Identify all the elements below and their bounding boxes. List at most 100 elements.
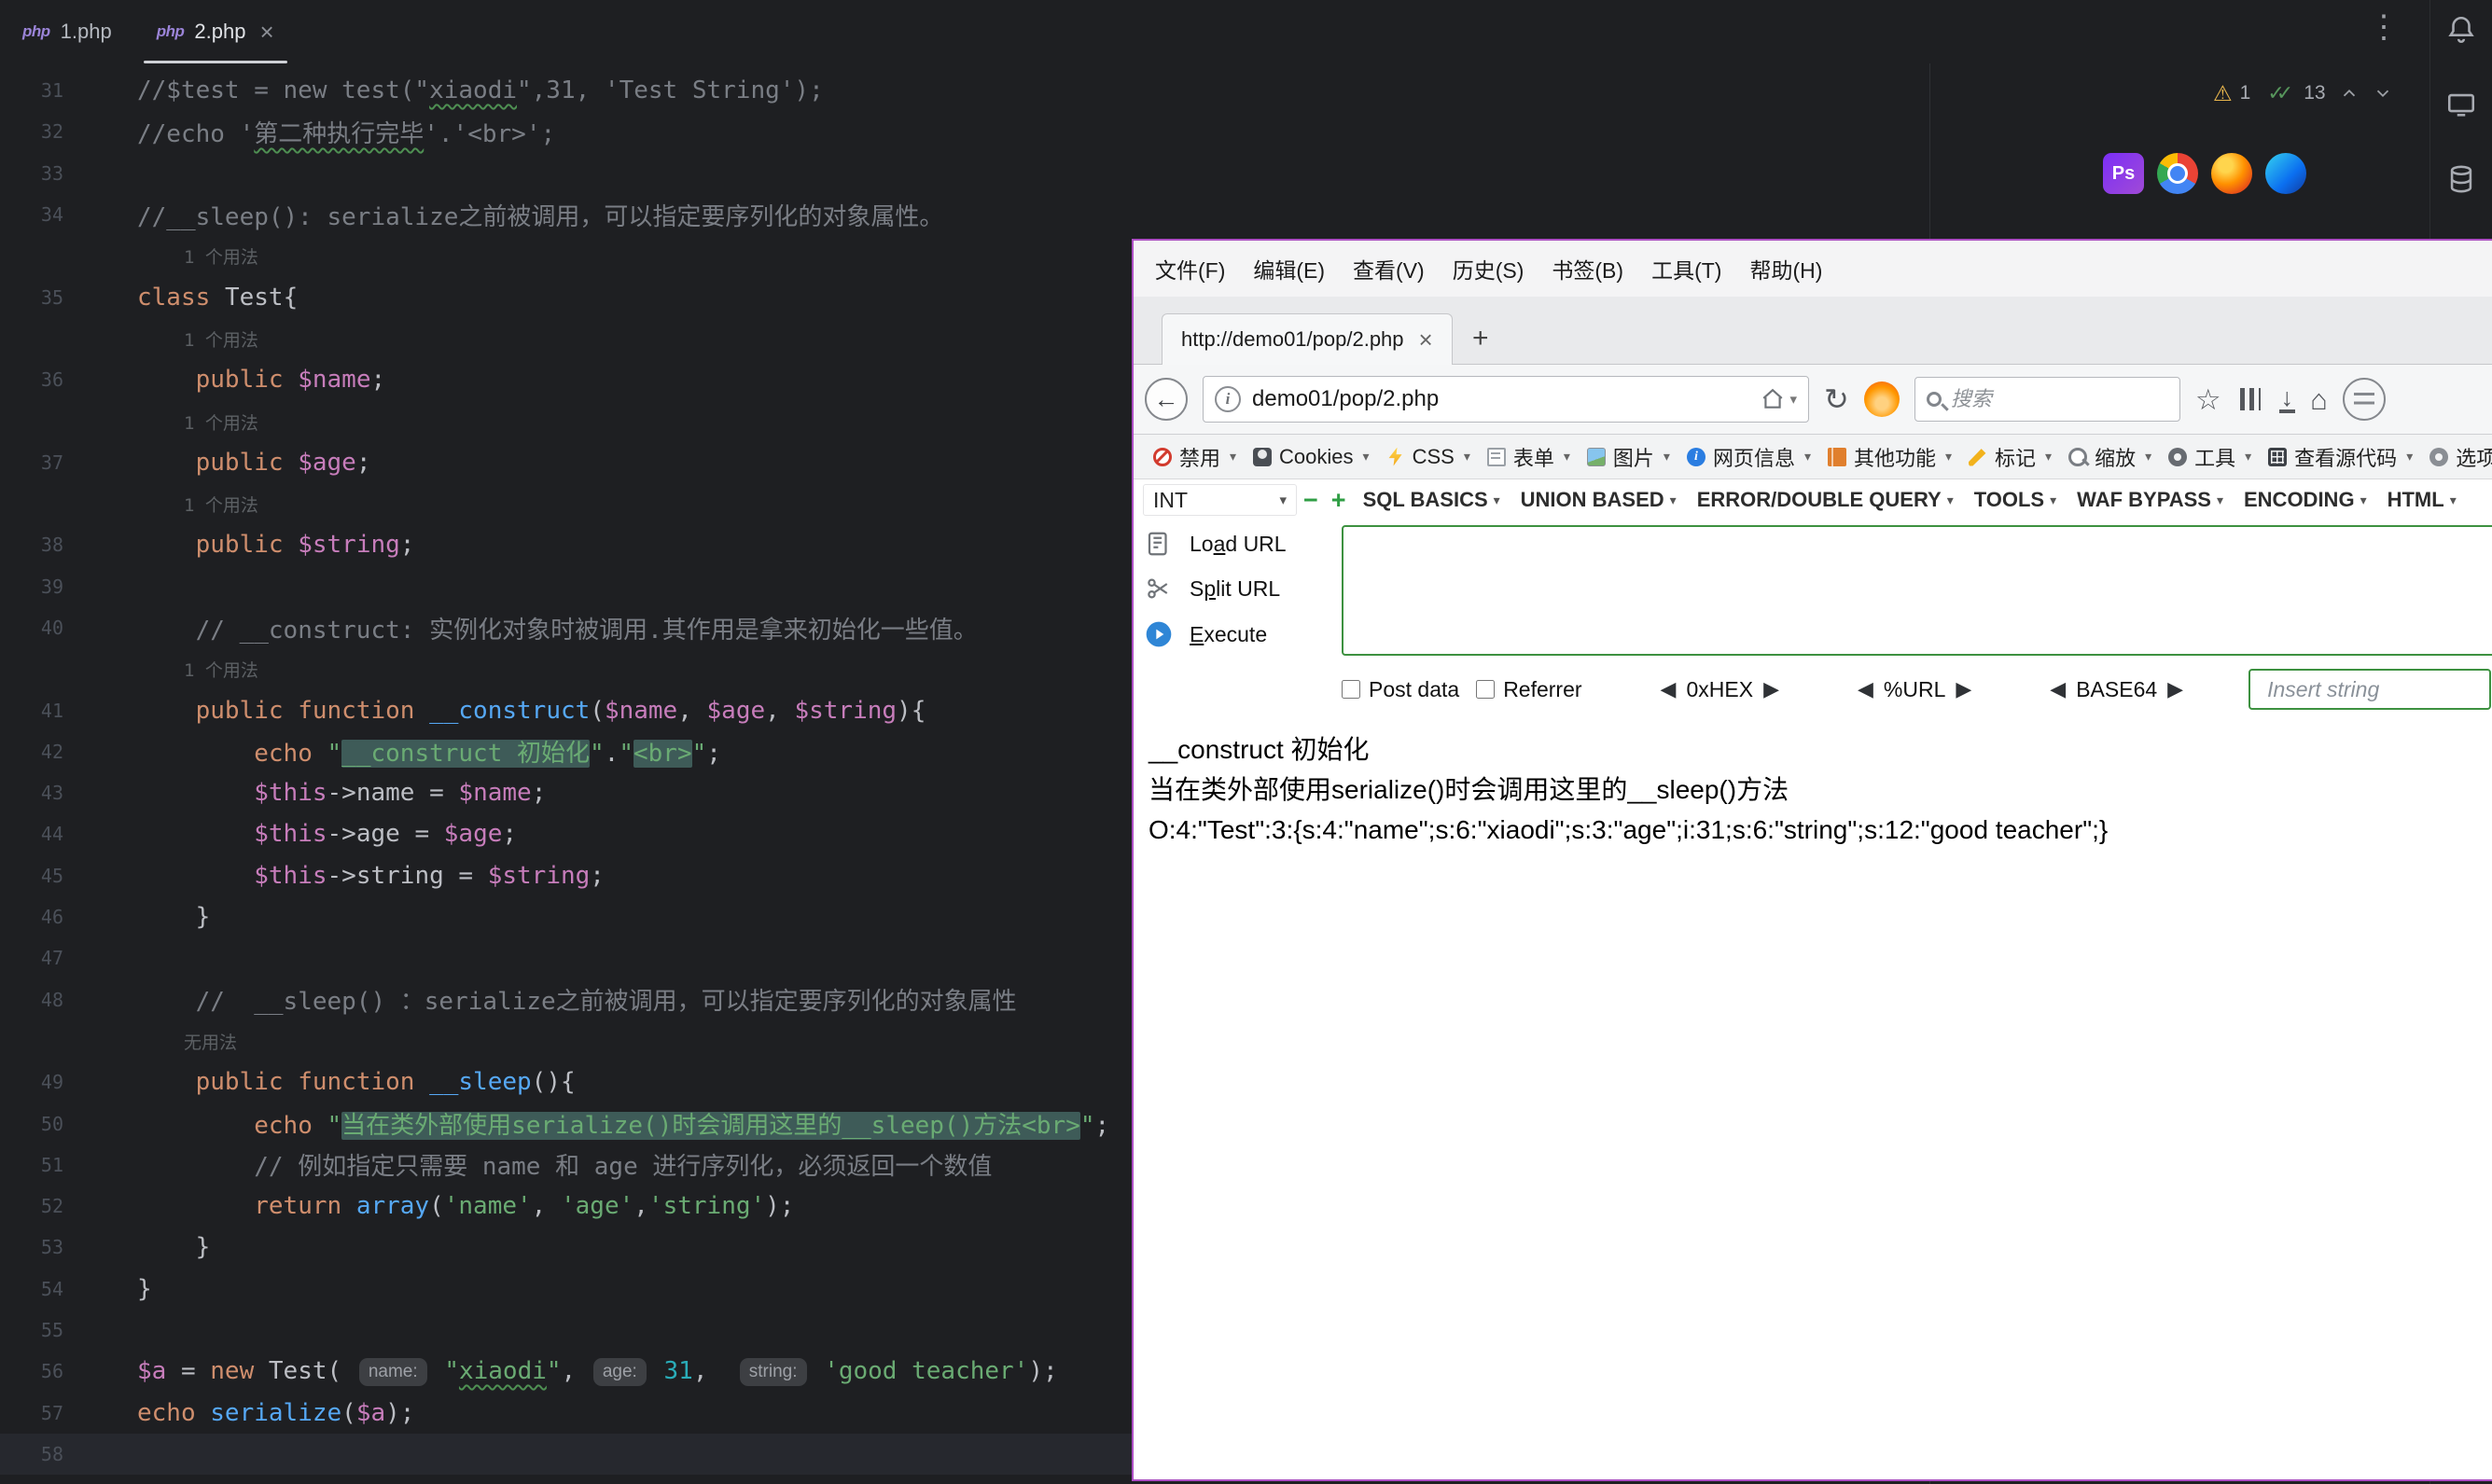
reload-icon[interactable]: ↻ [1824,384,1849,414]
hackbar-menu-item[interactable]: HTML [2377,488,2467,512]
app-menu-icon[interactable] [2342,378,2386,421]
search-bar[interactable] [1914,377,2180,422]
home-icon[interactable]: ⌂ [2310,385,2328,414]
search-input[interactable] [1950,387,2168,411]
usages-hint[interactable]: 1 个用法 [137,660,258,681]
menu-item[interactable]: 历史(S) [1439,253,1538,284]
encoder-0xhex[interactable]: ◀ 0xHEX ▶ [1661,677,1779,702]
site-info-icon[interactable] [1215,386,1241,412]
hackbar-url-textarea[interactable] [1342,525,2492,656]
hackbar-menu-item[interactable]: TOOLS [1964,488,2067,512]
decode-arrow-icon[interactable]: ◀ [1858,679,1873,700]
devtoolbar-item[interactable]: 禁用 [1145,442,1245,472]
checkbox-input[interactable] [1342,680,1360,699]
editor-tab[interactable]: php 2.php × [134,0,297,63]
menu-item[interactable]: 查看(V) [1339,253,1439,284]
usages-hint[interactable]: 无用法 [137,1033,237,1053]
hackbar-menu-item[interactable]: ENCODING [2234,488,2377,512]
browser-tab[interactable]: http://demo01/pop/2.php × [1162,313,1453,365]
phpstorm-preview-icon[interactable]: Ps [2103,153,2144,194]
next-problem-chevron-down-icon[interactable] [2373,83,2393,104]
usages-hint[interactable]: 1 个用法 [137,413,258,434]
close-tab-icon[interactable]: × [259,20,273,44]
devtoolbar-item[interactable]: 其他功能 [1819,442,1960,472]
expand-plus-icon[interactable]: + [1331,487,1346,513]
downloads-icon[interactable]: ↓ [2278,384,2296,413]
editor-tab[interactable]: php 1.php [0,0,134,63]
decode-arrow-icon[interactable]: ◀ [1661,679,1677,700]
inspections-widget[interactable]: ⚠ 1 ✓✓ 13 [2213,78,2393,108]
edge-icon[interactable] [2265,153,2306,194]
split-url-button[interactable]: Split URL [1143,571,1280,606]
checkbox-referrer[interactable]: Referrer [1476,677,1582,702]
usages-hint[interactable]: 1 个用法 [137,495,258,516]
bookmark-home-icon[interactable] [1761,387,1797,411]
devtoolbar-item[interactable]: CSS [1378,445,1479,469]
checkbox-input[interactable] [1476,680,1496,699]
more-options-icon[interactable]: ⋮ [2368,11,2400,43]
menu-item[interactable]: 工具(T) [1637,253,1735,284]
menu-item[interactable]: 书签(B) [1538,253,1637,284]
hackbar-menu-item[interactable]: SQL BASICS [1353,488,1511,512]
code-line: echo "当在类外部使用serialize()时会调用这里的__sleep()… [137,1106,1109,1141]
devtoolbar-item[interactable]: 查看源代码 [2260,442,2421,472]
code-token: $age [706,696,766,725]
code-token: = [399,820,444,849]
collapse-minus-icon[interactable]: − [1303,487,1318,513]
usages-hint[interactable]: 1 个用法 [137,330,258,351]
hackbar-menu-item[interactable]: UNION BASED [1511,488,1687,512]
devtoolbar-item[interactable]: 标记 [1960,442,2060,472]
url-input[interactable] [1252,386,1750,412]
close-tab-icon[interactable]: × [1419,327,1433,352]
devtoolbar-item[interactable]: Cookies [1245,445,1378,469]
code-row[interactable]: 31 //$test = new test("xiaodi",31, 'Test … [0,70,2429,111]
hackbar-flame-icon[interactable] [1863,381,1900,417]
encoder-url[interactable]: ◀ %URL ▶ [1858,677,1971,702]
hackbar-charset-select[interactable]: INT [1143,484,1297,516]
code-row[interactable]: 32 //echo '第二种执行完毕'.'<br>'; [0,111,2429,152]
menu-item[interactable]: 帮助(H) [1735,253,1836,284]
library-icon[interactable] [2236,385,2264,413]
devtoolbar-item[interactable]: 缩放 [2060,442,2160,472]
notifications-bell-icon[interactable] [2444,13,2478,47]
hackbar-menu-item[interactable]: ERROR/DOUBLE QUERY [1687,488,1964,512]
new-tab-button[interactable]: + [1462,319,1499,358]
back-button[interactable]: ← [1145,378,1188,421]
screen-share-icon[interactable] [2444,88,2478,121]
menu-item[interactable]: 编辑(E) [1239,253,1339,284]
code-token: ; [531,779,547,808]
devtoolbar-item[interactable]: 选项 [2421,442,2492,472]
execute-icon [1143,618,1175,650]
code-token: , [633,1192,648,1221]
insert-string-box[interactable]: Insert string [2248,669,2492,710]
url-bar[interactable] [1203,376,1809,423]
code-row[interactable]: 34 //__sleep(): serialize之前被调用，可以指定要序列化的对… [0,194,2429,235]
firefox-icon[interactable] [2211,153,2252,194]
encode-arrow-icon[interactable]: ▶ [1956,679,1971,700]
bookmark-star-icon[interactable]: ☆ [2195,385,2221,414]
devtoolbar-item[interactable]: 工具 [2160,442,2260,472]
encode-arrow-icon[interactable]: ▶ [2167,679,2183,700]
menu-item[interactable]: 文件(F) [1141,253,1239,284]
decode-arrow-icon[interactable]: ◀ [2050,679,2066,700]
devtoolbar-item[interactable]: 表单 [1479,442,1579,472]
chrome-icon[interactable] [2157,153,2198,194]
devtoolbar-item[interactable]: 图片 [1579,442,1678,472]
line-number: 58 [40,1442,63,1465]
encode-arrow-icon[interactable]: ▶ [1763,679,1779,700]
devtoolbar-label: 图片 [1612,446,1654,470]
code-token: 'name' [443,1192,532,1221]
usages-hint[interactable]: 1 个用法 [137,247,258,268]
code-token: " [327,1112,342,1141]
checkbox-post-data[interactable]: Post data [1342,677,1459,702]
prev-problem-chevron-up-icon[interactable] [2339,83,2360,104]
execute-button[interactable]: Execute [1143,617,1267,652]
load-url-button[interactable]: Load URL [1143,526,1287,562]
encoder-base64[interactable]: ◀ BASE64 ▶ [2050,677,2183,702]
database-icon[interactable] [2444,162,2478,196]
code-row[interactable]: 33 [0,153,2429,194]
devtoolbar-item[interactable]: 网页信息 [1678,442,1819,472]
hackbar-menu-item[interactable]: WAF BYPASS [2067,488,2234,512]
